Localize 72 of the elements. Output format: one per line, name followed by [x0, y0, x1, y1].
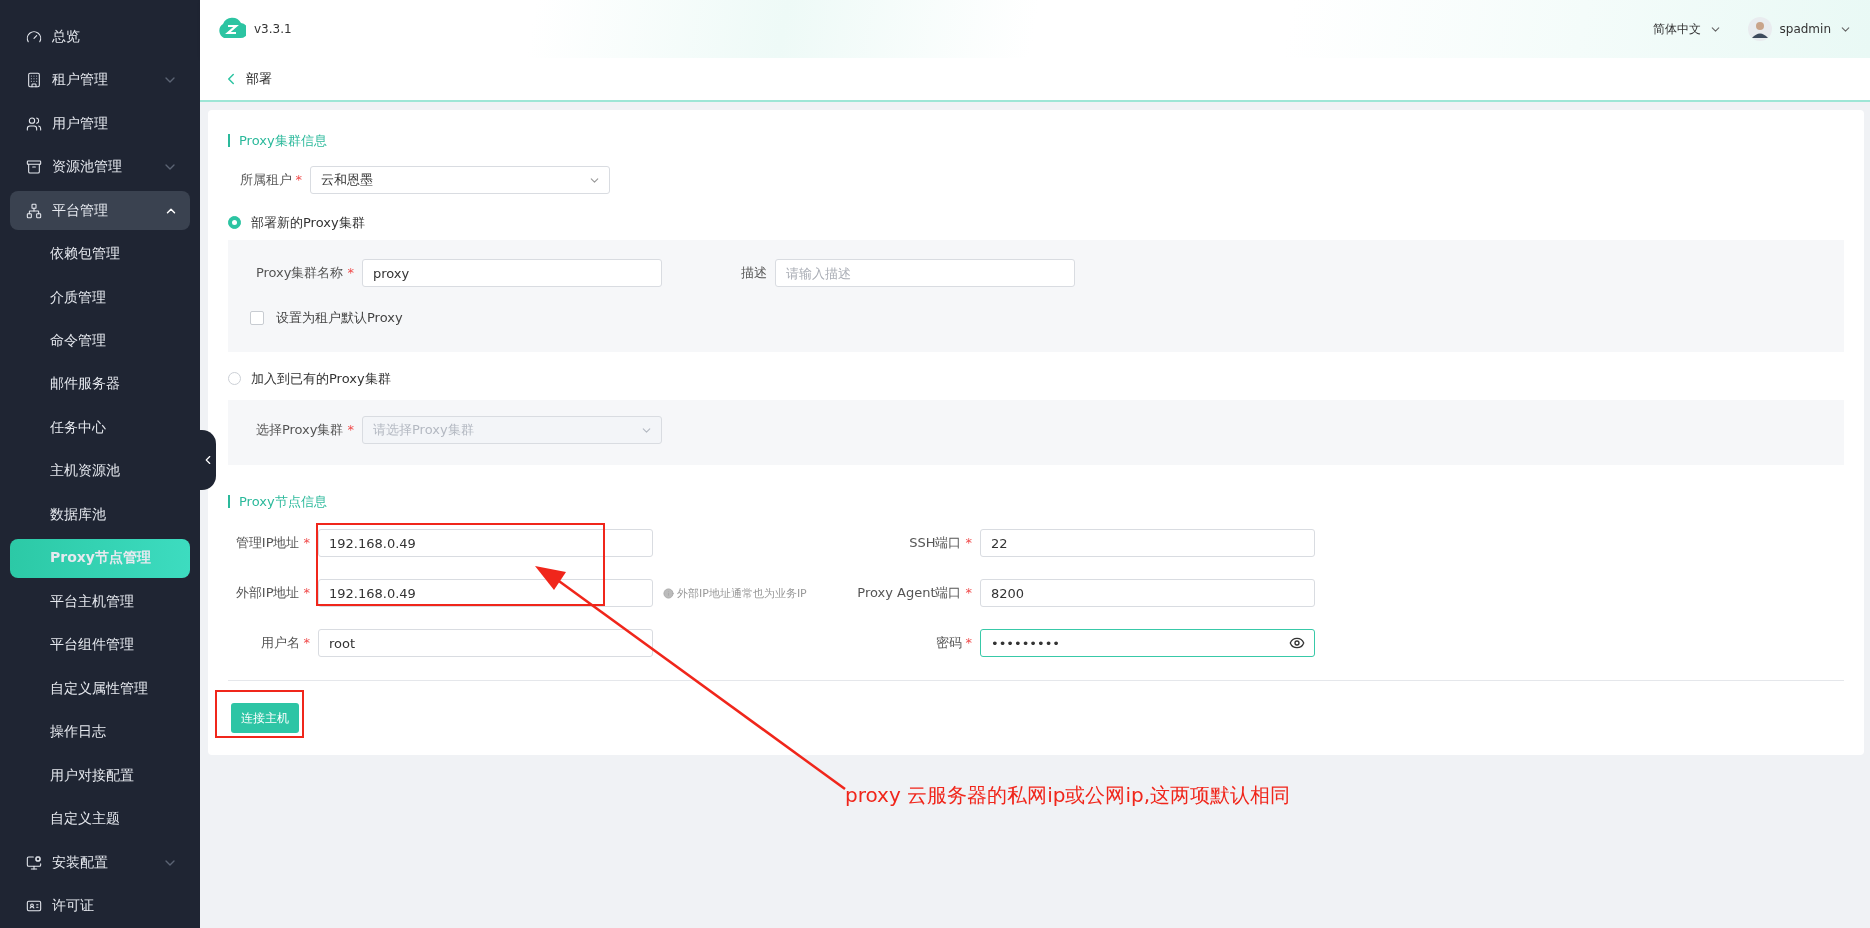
sidebar-item[interactable]: 安装配置	[10, 842, 190, 883]
required-mark: *	[303, 585, 310, 600]
field-label: 选择Proxy集群 *	[254, 421, 355, 439]
sidebar-item[interactable]: 自定义主题	[10, 799, 190, 839]
user-name[interactable]: spadmin	[1779, 22, 1831, 36]
sidebar-item[interactable]: 依赖包管理	[10, 234, 190, 274]
required-mark: *	[303, 635, 310, 650]
sidebar-item[interactable]: 用户管理	[10, 103, 190, 144]
required-mark: *	[347, 265, 354, 280]
field-label: SSH端口 *	[908, 534, 973, 552]
section-title: Proxy节点信息	[228, 495, 327, 508]
input-field[interactable]: 192.168.0.49	[318, 529, 653, 557]
sidebar-item[interactable]: 总览	[10, 17, 190, 57]
sidebar-item[interactable]: 命令管理	[10, 321, 190, 361]
input-field[interactable]: 192.168.0.49	[318, 579, 653, 607]
eye-icon[interactable]	[1289, 635, 1305, 651]
field-label: 所属租户 *	[238, 171, 303, 189]
field-label: 密码 *	[934, 634, 973, 652]
required-mark: *	[965, 535, 972, 550]
input-field[interactable]: 22	[980, 529, 1315, 557]
checkbox-label: 设置为租户默认Proxy	[276, 309, 403, 327]
sidebar-item[interactable]: 平台组件管理	[10, 625, 190, 666]
input-field[interactable]: 8200	[980, 579, 1315, 607]
sidebar-item[interactable]: 邮件服务器	[10, 364, 190, 405]
radio-button[interactable]	[228, 216, 241, 229]
radio-button[interactable]	[228, 372, 241, 385]
input-field[interactable]: 请输入描述	[775, 259, 1075, 287]
avatar-icon	[1747, 17, 1772, 41]
radio-label: 加入到已有的Proxy集群	[251, 369, 391, 388]
language-selector[interactable]: 简体中文	[1652, 20, 1701, 38]
sidebar-item[interactable]: 任务中心	[10, 408, 190, 448]
select-field[interactable]: 云和恩墨	[310, 166, 610, 194]
info-icon	[663, 587, 674, 599]
field-label: Proxy集群名称 *	[254, 264, 355, 282]
required-mark: *	[295, 172, 302, 187]
required-mark: *	[347, 422, 354, 437]
input-field[interactable]: root	[318, 629, 653, 657]
sidebar-item[interactable]: 平台管理	[10, 190, 190, 231]
monitor-gear-icon	[26, 854, 42, 871]
required-mark: *	[965, 585, 972, 600]
sidebar-item[interactable]: 介质管理	[10, 277, 190, 318]
sidebar-item[interactable]: 操作日志	[10, 712, 190, 752]
field-label: Proxy Agent端口 *	[856, 584, 973, 602]
users-icon	[26, 115, 42, 132]
hint-text: 外部IP地址通常也为业务IP	[677, 585, 807, 601]
required-mark: *	[303, 535, 310, 550]
section-title: Proxy集群信息	[228, 134, 327, 147]
field-label: 管理IP地址 *	[234, 534, 311, 552]
sidebar-item[interactable]: 数据库池	[10, 495, 190, 535]
radio-label: 部署新的Proxy集群	[251, 213, 365, 232]
building-icon	[26, 72, 42, 89]
archive-icon	[26, 159, 42, 176]
sidebar-item[interactable]: 资源池管理	[10, 147, 190, 187]
sidebar-item[interactable]: 自定义属性管理	[10, 669, 190, 709]
checkbox[interactable]	[250, 311, 264, 325]
version-text: v3.3.1	[254, 22, 292, 36]
sidebar-item[interactable]: 用户对接配置	[10, 755, 190, 796]
sidebar-item[interactable]: 平台主机管理	[10, 582, 190, 622]
annotation-text: proxy 云服务器的私网ip或公网ip,这两项默认相同	[845, 782, 1290, 809]
gauge-icon	[26, 28, 42, 45]
password-field[interactable]: •••••••••	[980, 629, 1315, 657]
collapse-handle[interactable]	[200, 430, 216, 490]
field-label: 用户名 *	[259, 634, 311, 652]
field-label: 描述	[740, 264, 768, 282]
sidebar-item[interactable]: 主机资源池	[10, 451, 190, 492]
field-label: 外部IP地址 *	[234, 584, 311, 602]
required-mark: *	[965, 635, 972, 650]
sidebar-item[interactable]: 许可证	[10, 886, 190, 926]
sidebar-item[interactable]: 租户管理	[10, 60, 190, 100]
page-title: 部署	[246, 70, 272, 88]
network-icon	[26, 202, 42, 219]
input-field[interactable]: proxy	[362, 259, 662, 287]
